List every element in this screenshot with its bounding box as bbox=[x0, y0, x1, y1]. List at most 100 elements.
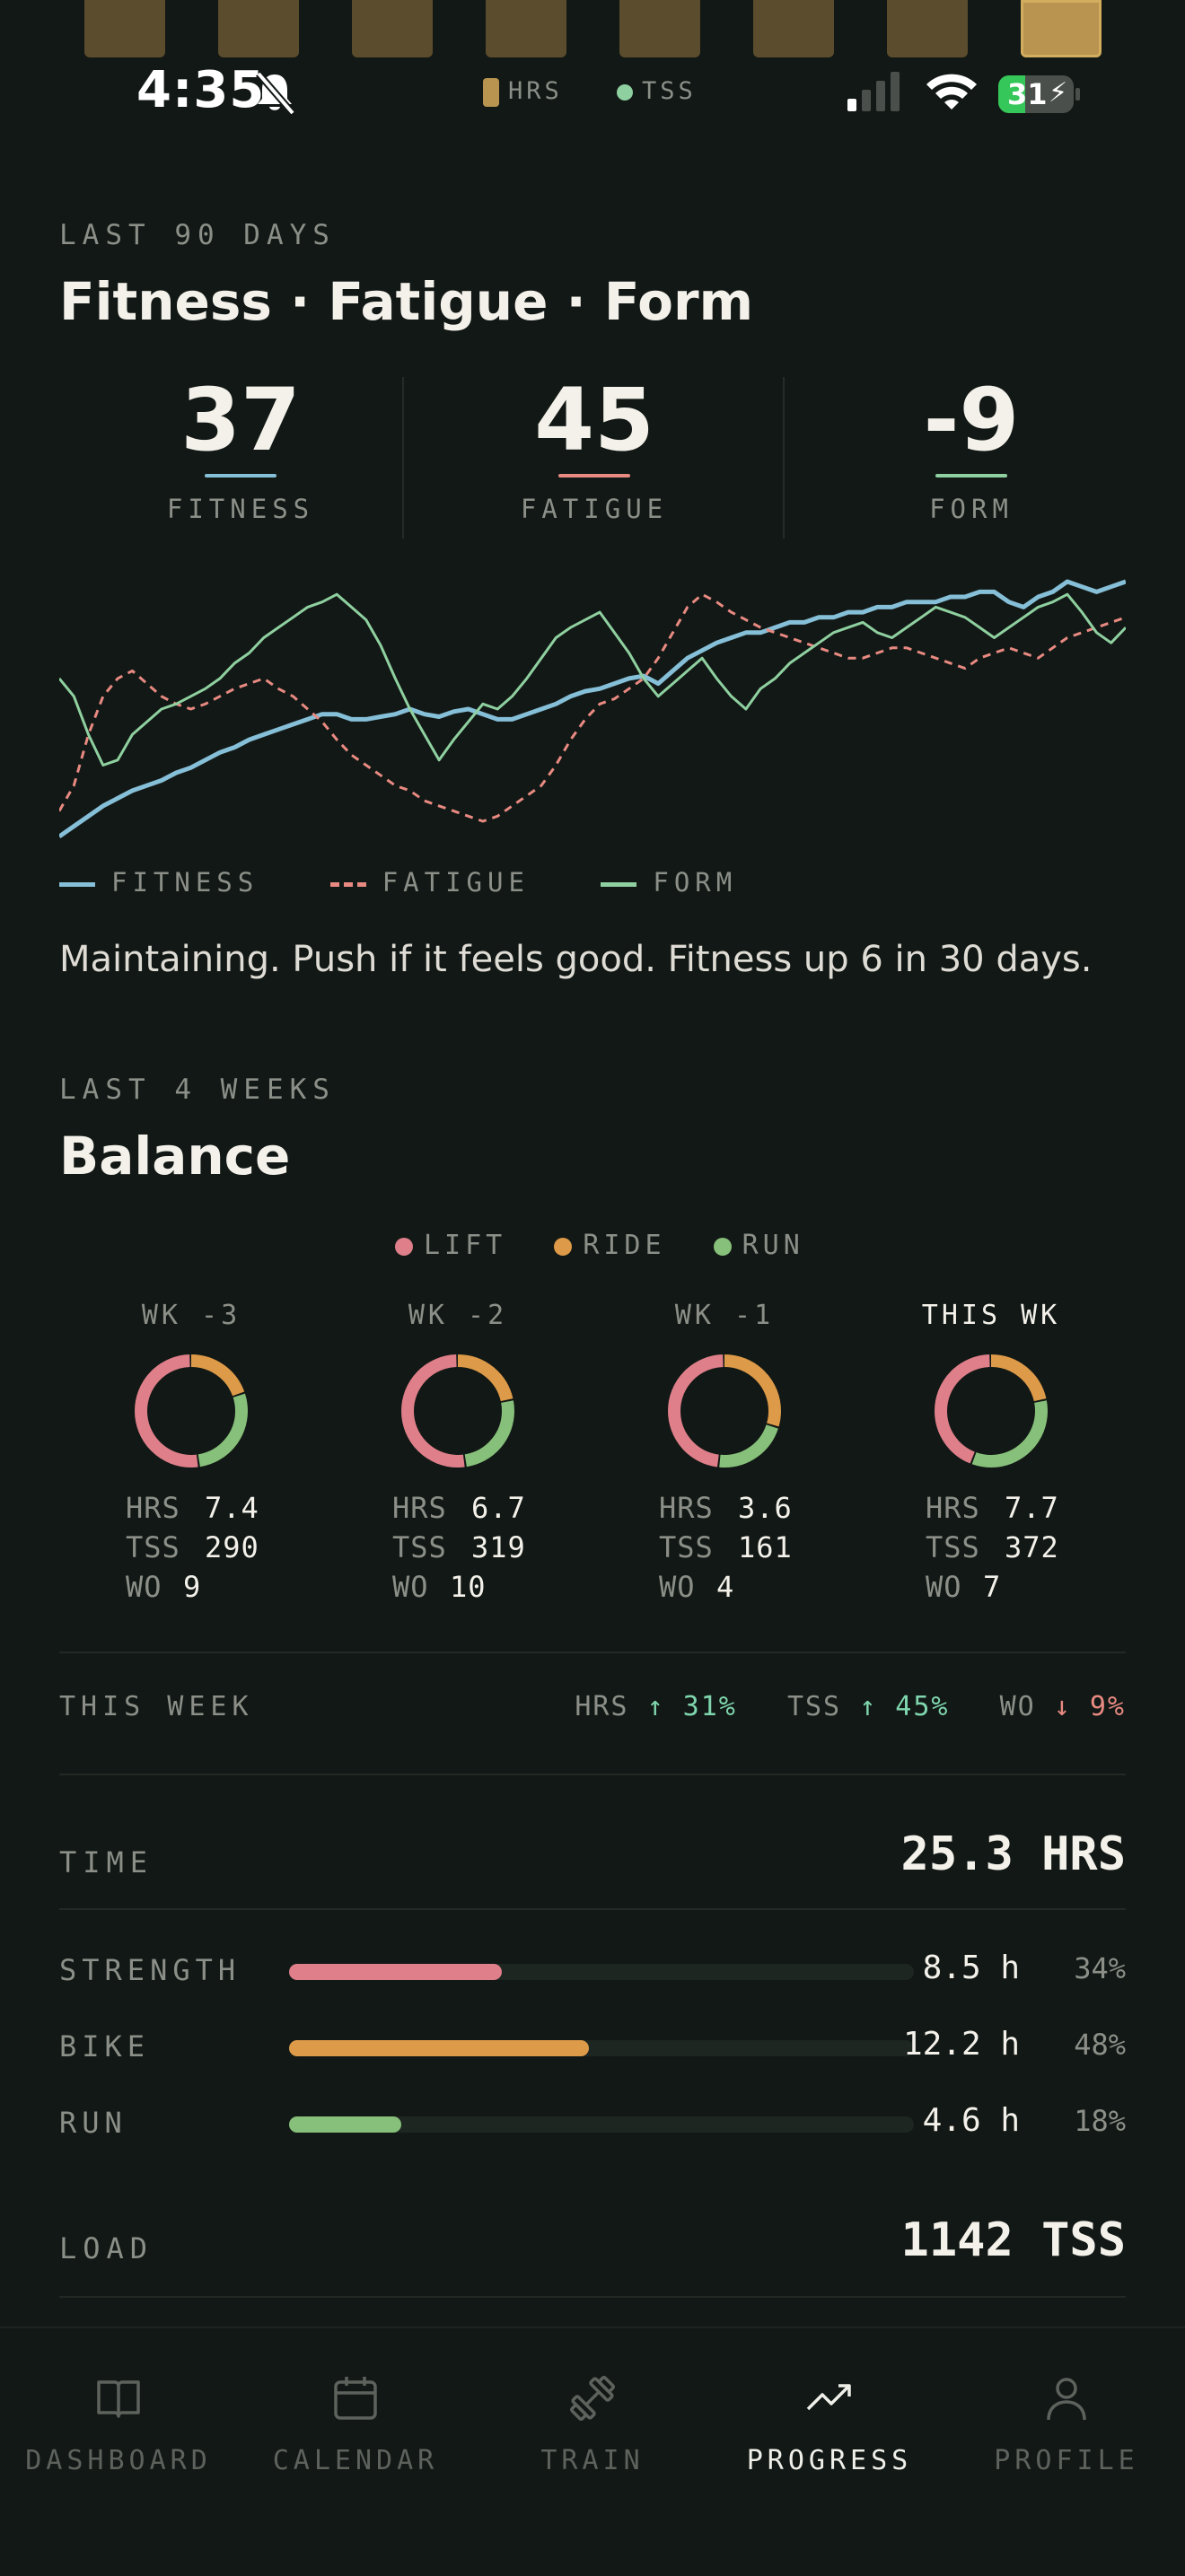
series-line-fatigue bbox=[59, 592, 1126, 823]
nav-label: DASHBOARD bbox=[25, 2445, 212, 2476]
battery-level: 31 bbox=[1007, 77, 1048, 111]
fitness-stat: 37 FITNESS bbox=[59, 370, 422, 524]
nav-progress[interactable]: PROGRESS bbox=[711, 2373, 948, 2476]
row-pct: 34% bbox=[1074, 1951, 1126, 1985]
week-hrs: 7.7 bbox=[1005, 1491, 1059, 1525]
wo-delta: ↓ 9% bbox=[1053, 1691, 1126, 1722]
divider bbox=[59, 1652, 1126, 1653]
form-label: FORM bbox=[929, 494, 1014, 524]
wo-delta-label: WO bbox=[999, 1691, 1036, 1722]
week-label: WK -2 bbox=[408, 1300, 508, 1331]
row-bar-track bbox=[289, 2040, 914, 2056]
week-tss: 319 bbox=[471, 1530, 526, 1564]
fff-summary: Maintaining. Push if it feels good. Fitn… bbox=[59, 939, 1093, 980]
fff-chart[interactable] bbox=[59, 574, 1126, 844]
week-hrs: 7.4 bbox=[205, 1491, 259, 1525]
week-label: WK -1 bbox=[674, 1300, 775, 1331]
wo-key: WO bbox=[926, 1570, 962, 1604]
legend-fitness: FITNESS bbox=[111, 867, 259, 898]
nav-calendar[interactable]: CALENDAR bbox=[237, 2373, 474, 2476]
week-bar[interactable] bbox=[486, 0, 566, 57]
week-bar[interactable] bbox=[753, 0, 834, 57]
hrs-delta-label: HRS bbox=[575, 1691, 629, 1722]
legend-form: FORM bbox=[653, 867, 738, 898]
tss-key: TSS bbox=[126, 1530, 180, 1564]
week-bar-current[interactable] bbox=[1021, 0, 1102, 57]
week-bar[interactable] bbox=[218, 0, 299, 57]
battery-icon: 31 ⚡ bbox=[998, 75, 1074, 113]
hrs-swatch bbox=[483, 77, 499, 107]
week-wo: 4 bbox=[716, 1570, 735, 1604]
hrs-key: HRS bbox=[659, 1491, 714, 1525]
week-bar[interactable] bbox=[619, 0, 700, 57]
week-donut bbox=[935, 1354, 1048, 1468]
row-value: 8.5 h bbox=[922, 1950, 1020, 1986]
week-tss: 290 bbox=[205, 1530, 259, 1564]
nav-label: CALENDAR bbox=[272, 2445, 439, 2476]
load-total: 1142 TSS bbox=[900, 2213, 1126, 2267]
top-legend: HRS TSS bbox=[483, 77, 697, 107]
week-wo: 10 bbox=[450, 1570, 487, 1604]
dumbbell-icon bbox=[570, 2376, 615, 2421]
fatigue-stat: 45 FATIGUE bbox=[413, 370, 776, 524]
bottom-nav: DASHBOARD CALENDAR TRAIN PROGRESS PROFIL… bbox=[0, 2326, 1185, 2576]
week-bar[interactable] bbox=[887, 0, 968, 57]
ride-swatch bbox=[554, 1237, 573, 1256]
row-pct: 48% bbox=[1074, 2028, 1126, 2062]
week-column[interactable]: WK -1 HRS 3.6 TSS 161 WO 4 bbox=[637, 1300, 812, 1604]
status-time: 4:35 bbox=[136, 61, 266, 119]
divider bbox=[59, 1774, 1126, 1775]
week-column-current[interactable]: THIS WK HRS 7.7 TSS 372 WO 7 bbox=[904, 1300, 1078, 1604]
form-stat: -9 FORM bbox=[790, 370, 1153, 524]
tss-delta: ↑ 45% bbox=[859, 1691, 950, 1722]
row-bar-fill bbox=[289, 1964, 502, 1980]
fitness-value: 37 bbox=[180, 370, 301, 470]
time-row-strength[interactable]: STRENGTH 8.5 h 34% bbox=[59, 1950, 1126, 1993]
tss-key: TSS bbox=[926, 1530, 980, 1564]
row-bar-track bbox=[289, 1964, 914, 1980]
this-week-deltas: HRS ↑ 31% TSS ↑ 45% WO ↓ 9% bbox=[575, 1691, 1126, 1722]
legend-run: RUN bbox=[742, 1230, 804, 1261]
row-label: BIKE bbox=[59, 2029, 151, 2063]
week-wo: 7 bbox=[983, 1570, 1002, 1604]
form-value: -9 bbox=[923, 370, 1020, 470]
week-donut bbox=[135, 1354, 248, 1468]
week-wo: 9 bbox=[183, 1570, 202, 1604]
time-row-run[interactable]: RUN 4.6 h 18% bbox=[59, 2102, 1126, 2145]
nav-label: PROGRESS bbox=[746, 2445, 913, 2476]
lift-swatch bbox=[395, 1237, 413, 1256]
nav-label: PROFILE bbox=[994, 2445, 1139, 2476]
row-value: 4.6 h bbox=[922, 2102, 1020, 2139]
fff-eyebrow: LAST 90 DAYS bbox=[59, 219, 336, 251]
nav-dashboard[interactable]: DASHBOARD bbox=[0, 2373, 237, 2476]
nav-label: TRAIN bbox=[540, 2445, 645, 2476]
legend-fatigue: FATIGUE bbox=[382, 867, 530, 898]
wo-key: WO bbox=[392, 1570, 429, 1604]
fitness-label: FITNESS bbox=[166, 494, 315, 524]
form-underline bbox=[935, 474, 1007, 478]
series-line-form bbox=[59, 592, 1126, 767]
week-column[interactable]: WK -2 HRS 6.7 TSS 319 WO 10 bbox=[371, 1300, 545, 1604]
week-column[interactable]: WK -3 HRS 7.4 TSS 290 WO 9 bbox=[104, 1300, 278, 1604]
nav-profile[interactable]: PROFILE bbox=[948, 2373, 1185, 2476]
hrs-delta: ↑ 31% bbox=[646, 1691, 737, 1722]
row-label: RUN bbox=[59, 2106, 127, 2140]
time-label: TIME bbox=[59, 1845, 154, 1879]
hrs-key: HRS bbox=[126, 1491, 180, 1525]
week-bar[interactable] bbox=[84, 0, 165, 57]
series-line-fitness bbox=[59, 579, 1126, 839]
legend-fatigue-swatch bbox=[329, 881, 366, 887]
legend-ride: RIDE bbox=[583, 1230, 666, 1261]
row-bar-fill bbox=[289, 2040, 590, 2056]
tss-key: TSS bbox=[659, 1530, 714, 1564]
week-label: WK -3 bbox=[141, 1300, 241, 1331]
nav-train[interactable]: TRAIN bbox=[474, 2373, 711, 2476]
time-row-bike[interactable]: BIKE 12.2 h 48% bbox=[59, 2026, 1126, 2069]
calendar-icon bbox=[334, 2377, 377, 2420]
row-value: 12.2 h bbox=[902, 2026, 1020, 2063]
fff-stats: 37 FITNESS 45 FATIGUE -9 FORM bbox=[59, 370, 1126, 540]
balance-title: Balance bbox=[59, 1126, 291, 1187]
fff-title: Fitness · Fatigue · Form bbox=[59, 271, 754, 332]
row-bar-fill bbox=[289, 2116, 402, 2133]
week-bar[interactable] bbox=[352, 0, 433, 57]
